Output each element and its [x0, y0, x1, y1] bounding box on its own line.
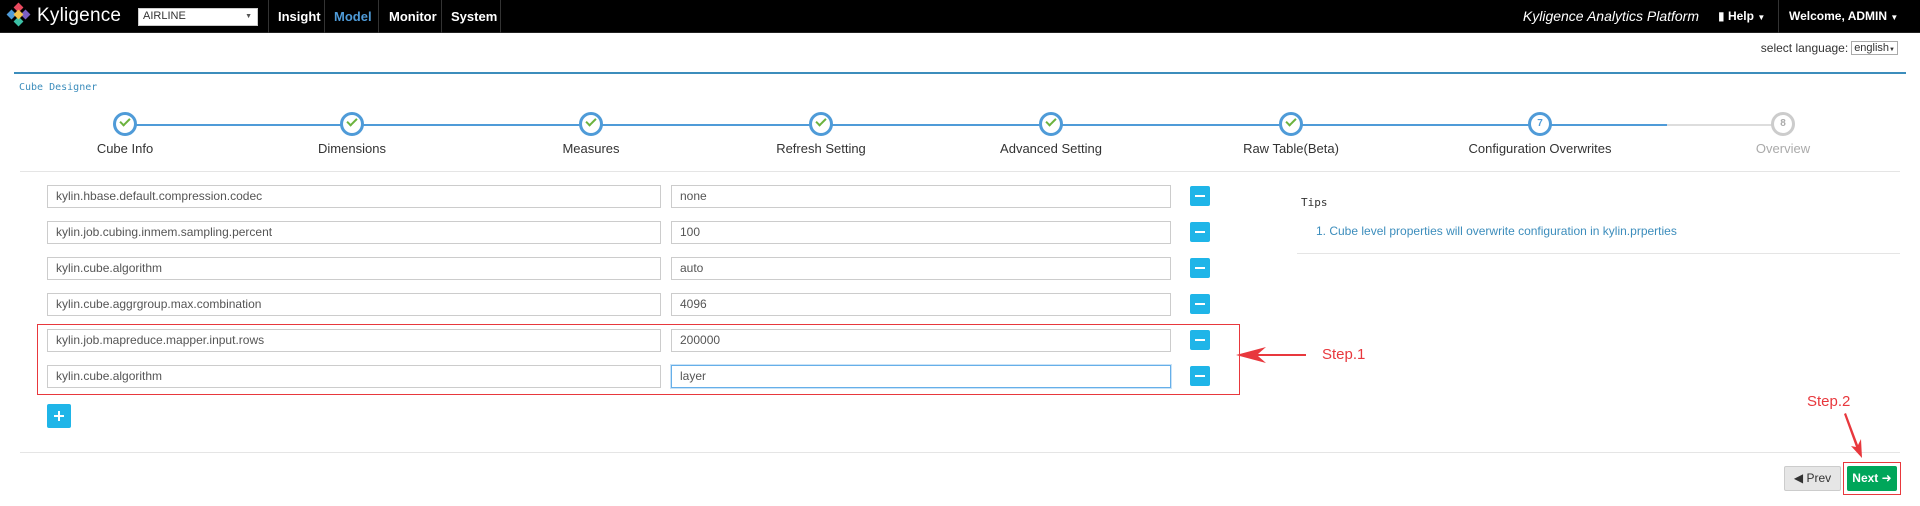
property-key-input[interactable]: kylin.job.cubing.inmem.sampling.percent — [47, 221, 661, 244]
property-key-input[interactable]: kylin.cube.algorithm — [47, 257, 661, 280]
step1-arrow-icon — [1236, 347, 1306, 363]
tips-item: 1. Cube level properties will overwrite … — [1316, 224, 1677, 238]
nav-monitor[interactable]: Monitor — [389, 0, 437, 33]
prev-button[interactable]: ◀ Prev — [1784, 466, 1841, 491]
next-label: Next — [1852, 471, 1879, 485]
nav-insight[interactable]: Insight — [278, 0, 321, 33]
check-icon — [1045, 115, 1057, 127]
panel-title: Cube Designer — [19, 82, 98, 93]
help-label: Help — [1727, 9, 1754, 23]
wizard-step-label[interactable]: Dimensions — [252, 141, 452, 156]
property-key-input[interactable]: kylin.hbase.default.compression.codec — [47, 185, 661, 208]
nav-model[interactable]: Model — [334, 0, 372, 33]
caret-down-icon: ▼ — [1757, 13, 1766, 22]
minus-icon — [1195, 303, 1205, 305]
minus-icon — [1195, 195, 1205, 197]
step2-annotation: Step.2 — [1807, 393, 1851, 410]
check-icon — [1285, 115, 1297, 127]
minus-icon — [1195, 267, 1205, 269]
property-value-input[interactable]: none — [671, 185, 1171, 208]
wizard-step-8: 8 — [1771, 112, 1795, 136]
property-value-input[interactable]: auto — [671, 257, 1171, 280]
prev-label: Prev — [1806, 471, 1832, 485]
check-icon — [585, 115, 597, 127]
user-menu[interactable]: Welcome, ADMIN ▼ — [1789, 0, 1898, 33]
check-icon — [815, 115, 827, 127]
wizard-step-1[interactable] — [113, 112, 137, 136]
platform-title: Kyligence Analytics Platform — [1522, 8, 1699, 24]
check-icon — [119, 115, 131, 127]
step2-arrow-icon — [1844, 413, 1862, 458]
minus-icon — [1195, 231, 1205, 233]
property-value-input[interactable]: 100 — [671, 221, 1171, 244]
wizard-step-label[interactable]: Cube Info — [25, 141, 225, 156]
step1-annotation: Step.1 — [1322, 346, 1366, 363]
check-icon — [346, 115, 358, 127]
tips-divider — [1297, 253, 1900, 254]
wizard-divider — [20, 171, 1900, 172]
remove-property-button[interactable] — [1190, 294, 1210, 314]
logo-text: Kyligence — [37, 5, 122, 26]
language-label: select language: — [1760, 41, 1849, 55]
remove-property-button[interactable] — [1190, 258, 1210, 278]
wizard-step-4[interactable] — [809, 112, 833, 136]
wizard-step-label[interactable]: Refresh Setting — [721, 141, 921, 156]
step1-highlight-box — [37, 324, 1240, 395]
wizard-step-6[interactable] — [1279, 112, 1303, 136]
footer-divider — [20, 452, 1900, 453]
arrow-left-icon: ◀ — [1793, 471, 1804, 485]
nav-system[interactable]: System — [451, 0, 497, 33]
wizard-step-label: Overview — [1755, 141, 1811, 156]
language-select-value: english — [1854, 42, 1890, 54]
tips-title: Tips — [1301, 196, 1328, 209]
property-key-input[interactable]: kylin.cube.aggrgroup.max.combination — [47, 293, 661, 316]
property-value-input[interactable]: 4096 — [671, 293, 1171, 316]
step-number: 7 — [1537, 118, 1543, 129]
chevron-down-icon: ▼ — [1889, 47, 1895, 53]
wizard-step-2[interactable] — [340, 112, 364, 136]
welcome-label: Welcome, ADMIN — [1789, 9, 1888, 23]
wizard-step-5[interactable] — [1039, 112, 1063, 136]
wizard-remaining-line — [1667, 124, 1783, 126]
project-select[interactable]: AIRLINE ▼ — [138, 8, 258, 26]
wizard-step-7[interactable]: 7 — [1528, 112, 1552, 136]
chevron-down-icon: ▼ — [245, 13, 252, 20]
help-menu[interactable]: ▮ Help ▼ — [1718, 0, 1765, 33]
project-select-value: AIRLINE — [143, 10, 186, 22]
wizard-step-label[interactable]: Measures — [491, 141, 691, 156]
wizard-step-label[interactable]: Raw Table(Beta) — [1191, 141, 1391, 156]
add-property-button[interactable] — [47, 404, 71, 428]
caret-down-icon: ▼ — [1890, 13, 1899, 22]
arrow-right-icon: ➜ — [1881, 471, 1892, 485]
remove-property-button[interactable] — [1190, 222, 1210, 242]
step-number: 8 — [1780, 118, 1786, 129]
language-selector: select language: english▼ — [1761, 41, 1898, 55]
next-button[interactable]: Next ➜ — [1847, 466, 1897, 491]
wizard-step-label[interactable]: Configuration Overwrites — [1440, 141, 1640, 156]
kyligence-logo-icon — [6, 2, 32, 28]
remove-property-button[interactable] — [1190, 186, 1210, 206]
wizard-step-3[interactable] — [579, 112, 603, 136]
panel-top-border — [14, 72, 1906, 74]
book-icon: ▮ — [1718, 9, 1725, 23]
top-navbar: Kyligence AIRLINE ▼ Insight Model Monito… — [0, 0, 1920, 33]
logo[interactable]: Kyligence — [6, 2, 122, 28]
language-select[interactable]: english▼ — [1851, 41, 1898, 55]
wizard-step-label[interactable]: Advanced Setting — [951, 141, 1151, 156]
